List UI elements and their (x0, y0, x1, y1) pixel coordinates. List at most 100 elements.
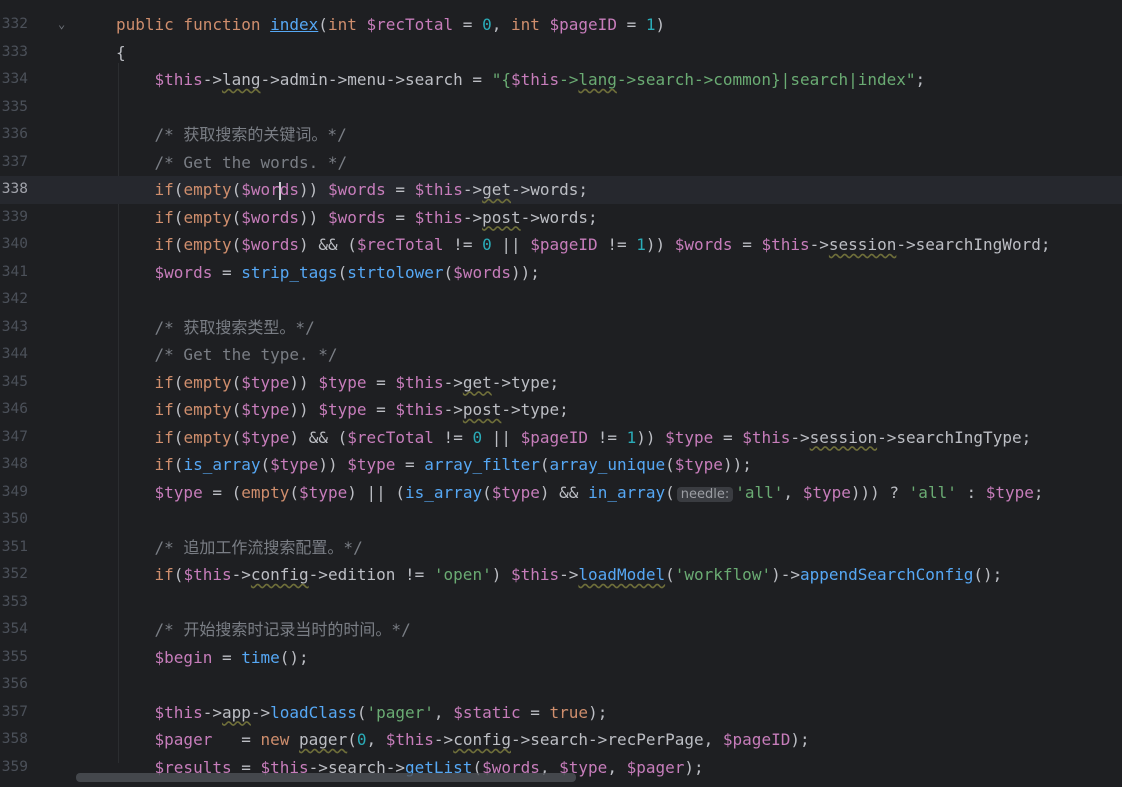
code-line[interactable]: 335 (0, 94, 1122, 122)
line-number: 337 (1, 153, 28, 170)
code-text[interactable]: { (116, 39, 126, 67)
code-text[interactable]: $pager = new pager(0, $this->config->sea… (116, 726, 810, 754)
code-line[interactable]: 356 (0, 671, 1122, 699)
code-text[interactable]: /* 开始搜索时记录当时的时间。*/ (116, 616, 411, 644)
code-token: $type (116, 482, 203, 502)
code-line[interactable]: 338 if(empty($words)) $words = $this->ge… (0, 176, 1122, 204)
code-token: (); (973, 565, 1003, 584)
line-number: 349 (1, 483, 28, 500)
code-token: $pager (116, 730, 213, 749)
horizontal-scrollbar[interactable] (76, 773, 576, 782)
line-number: 335 (1, 98, 28, 115)
code-line[interactable]: 350 (0, 506, 1122, 534)
code-line[interactable]: 349 $type = (empty($type) || (is_array($… (0, 479, 1122, 507)
code-token: ( (443, 262, 454, 282)
code-token: if (116, 372, 174, 392)
code-token: )) (318, 455, 348, 474)
code-token: $this (395, 372, 444, 392)
code-token: if (116, 455, 174, 474)
code-token: /* 获取搜索类型。*/ (116, 317, 315, 337)
code-text[interactable]: /* Get the type. */ (116, 341, 338, 369)
code-token: int (510, 15, 550, 34)
code-token: $pageID (549, 15, 617, 34)
code-text[interactable]: if(empty($type) && ($recTotal != 0 || $p… (116, 424, 1032, 452)
fold-chevron-icon[interactable]: ⌄ (58, 11, 65, 39)
code-line[interactable]: 348 if(is_array($type)) $type = array_fi… (0, 451, 1122, 479)
code-line[interactable]: 352 if($this->config->edition != 'open')… (0, 561, 1122, 589)
code-token: ( (665, 565, 675, 584)
code-text[interactable]: /* Get the words. */ (116, 149, 348, 177)
code-line[interactable]: 339 if(empty($words)) $words = $this->po… (0, 204, 1122, 232)
code-line[interactable]: 337 /* Get the words. */ (0, 149, 1122, 177)
code-text[interactable]: if($this->config->edition != 'open') $th… (116, 561, 1003, 589)
code-line[interactable]: 358 $pager = new pager(0, $this->config-… (0, 726, 1122, 754)
code-line[interactable]: 333 { (0, 39, 1122, 67)
code-editor[interactable]: 332 ⌄ public function index(int $recTotal … (0, 0, 1122, 787)
code-token: -> (462, 207, 483, 227)
code-token: $this (742, 427, 791, 447)
code-token: /* Get the type. */ (116, 345, 338, 364)
code-line[interactable]: 342 (0, 286, 1122, 314)
code-token: ->searchIngType; (877, 427, 1032, 447)
code-token: ); (684, 757, 704, 777)
line-number: 346 (1, 401, 28, 417)
code-token: ( (231, 180, 242, 199)
code-line[interactable]: 354 /* 开始搜索时记录当时的时间。*/ (0, 616, 1122, 644)
code-token: = (366, 400, 396, 419)
code-text[interactable]: public function index(int $recTotal = 0,… (116, 11, 665, 39)
parameter-hint: needle: (676, 486, 734, 502)
code-line[interactable]: 355 $begin = time(); (0, 644, 1122, 672)
code-token: -> (202, 702, 222, 722)
code-token: $words (453, 262, 511, 282)
code-token: app (221, 702, 251, 722)
code-text[interactable]: if(empty($words)) $words = $this->post->… (116, 204, 598, 232)
line-number: 351 (1, 538, 28, 555)
code-line[interactable]: 357 $this->app->loadClass('pager', $stat… (0, 699, 1122, 727)
code-token: ( (665, 455, 675, 474)
line-number: 341 (1, 263, 28, 280)
code-token: $type (241, 427, 290, 447)
code-text[interactable]: if(is_array($type)) $type = array_filter… (116, 451, 752, 479)
code-line[interactable]: 336 /* 获取搜索的关键词。*/ (0, 121, 1122, 149)
code-token: empty (183, 180, 232, 199)
code-line[interactable]: 353 (0, 589, 1122, 617)
code-token: $this (183, 565, 232, 584)
code-token: )) (636, 427, 666, 447)
line-number: 347 (1, 428, 28, 445)
code-token: lang (221, 70, 261, 89)
code-token: ->type; (491, 372, 560, 392)
line-number: 343 (1, 318, 28, 335)
code-line[interactable]: 351 /* 追加工作流搜索配置。*/ (0, 534, 1122, 562)
code-line[interactable]: 332 ⌄ public function index(int $recTotal … (0, 11, 1122, 39)
code-text[interactable]: /* 追加工作流搜索配置。*/ (116, 534, 363, 562)
code-token: -> (231, 565, 251, 584)
code-token: lang (578, 70, 617, 89)
code-token: array_filter (424, 455, 540, 474)
code-token: != (588, 427, 627, 447)
code-text[interactable]: /* 获取搜索的关键词。*/ (116, 121, 347, 149)
code-text[interactable]: $this->lang->admin->menu->search = "{$th… (116, 66, 926, 94)
code-text[interactable]: /* 获取搜索类型。*/ (116, 314, 315, 342)
code-token: )-> (771, 565, 800, 584)
code-line[interactable]: 340 if(empty($words) && ($recTotal != 0 … (0, 231, 1122, 259)
code-token: ) && (539, 482, 589, 502)
code-token: ( (337, 262, 348, 282)
code-line[interactable]: 344 /* Get the type. */ (0, 341, 1122, 369)
code-line[interactable]: 347 if(empty($type) && ($recTotal != 0 |… (0, 424, 1122, 452)
code-text[interactable]: $this->app->loadClass('pager', $static =… (116, 699, 608, 727)
code-text[interactable]: if(empty($type)) $type = $this->get->typ… (116, 369, 560, 397)
line-number: 354 (1, 621, 28, 637)
code-line[interactable]: 334 $this->lang->admin->menu->search = "… (0, 66, 1122, 94)
code-line[interactable]: 343 /* 获取搜索类型。*/ (0, 314, 1122, 342)
code-line[interactable]: 345 if(empty($type)) $type = $this->get-… (0, 369, 1122, 397)
code-line[interactable]: 341 $words = strip_tags(strtolower($word… (0, 259, 1122, 287)
code-line[interactable]: 346 if(empty($type)) $type = $this->post… (0, 396, 1122, 424)
code-text[interactable]: if(empty($words) && ($recTotal != 0 || $… (116, 231, 1051, 259)
code-text[interactable]: if(empty($words)) $words = $this->get->w… (116, 176, 588, 204)
code-text[interactable]: if(empty($type)) $type = $this->post->ty… (116, 396, 569, 424)
code-token: index (270, 15, 319, 34)
code-text[interactable]: $begin = time(); (116, 644, 309, 672)
code-text[interactable]: $words = strip_tags(strtolower($words)); (116, 259, 540, 287)
code-token: -> (559, 565, 579, 584)
code-text[interactable]: $type = (empty($type) || (is_array($type… (116, 479, 1044, 509)
